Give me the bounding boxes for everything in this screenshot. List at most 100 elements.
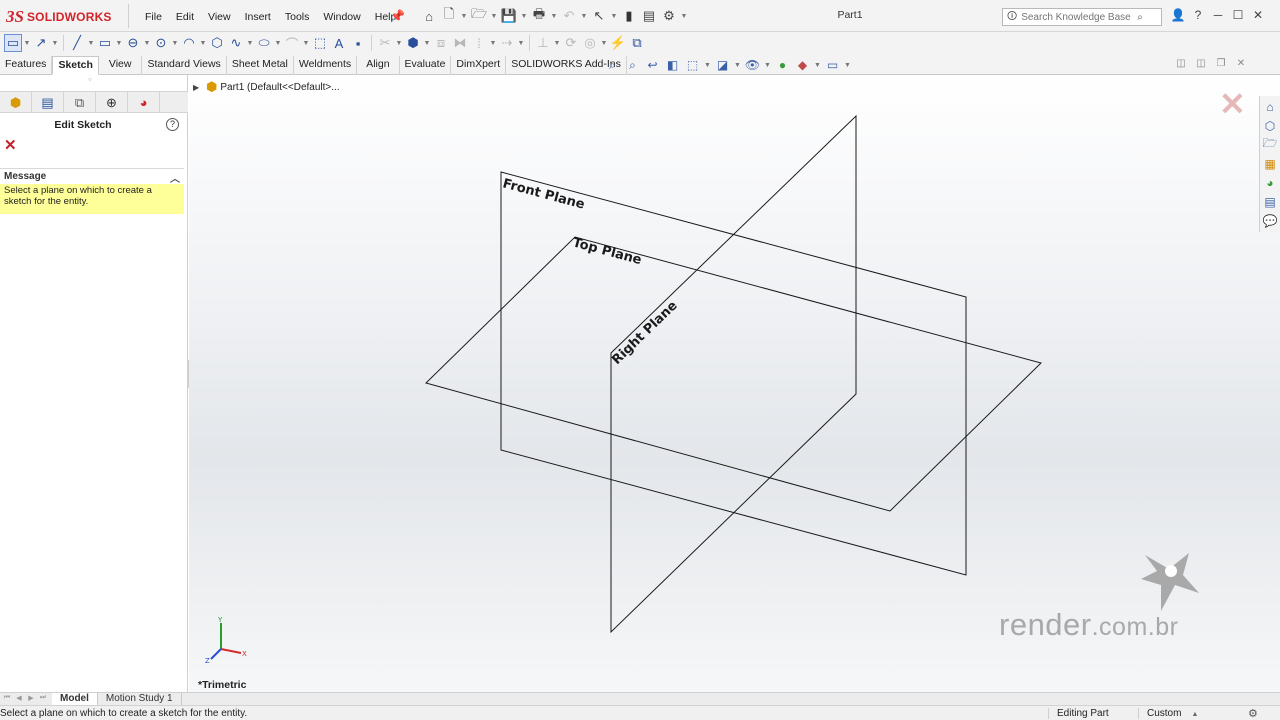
select-dropdown-icon[interactable]: ▼ <box>610 7 618 25</box>
fillet-dropdown-icon[interactable]: ▼ <box>302 34 310 52</box>
message-group-header[interactable]: Message ︿ <box>0 168 184 185</box>
first-tab-icon[interactable]: ⏮ <box>2 694 12 702</box>
text-icon[interactable]: A <box>330 34 348 52</box>
solidworks-resources-icon[interactable]: ⌂ <box>1262 98 1279 115</box>
hide-show-items-icon[interactable]: 👁 <box>744 57 761 73</box>
pin-menu-icon[interactable]: 📌 <box>390 9 405 23</box>
tab-motion-study-1[interactable]: Motion Study 1 <box>98 693 182 705</box>
maximize-icon[interactable]: ☐ <box>1230 8 1246 22</box>
unit-system-selector[interactable]: Custom ▲ <box>1138 708 1208 719</box>
view-palette-icon[interactable]: ▦ <box>1262 155 1279 172</box>
arc-icon[interactable]: ◠ <box>180 34 198 52</box>
offset-entities-icon[interactable]: ⧈ <box>432 34 450 52</box>
new-document-icon[interactable]: 🗋 <box>440 6 458 25</box>
section-view-icon[interactable]: ◧ <box>664 57 681 73</box>
front-plane-label[interactable]: Front Plane <box>501 176 586 212</box>
spline-icon[interactable]: ∿ <box>227 34 245 52</box>
close-document-icon[interactable]: ✕ <box>1234 58 1248 69</box>
panel-grip-icon[interactable]: ○ <box>88 77 92 83</box>
rebuild-icon[interactable]: ▮ <box>620 7 638 25</box>
tab-features[interactable]: Features <box>0 56 53 75</box>
snaps-dropdown-icon[interactable]: ▼ <box>600 34 608 52</box>
move-entities-icon[interactable]: ⇢ <box>498 34 516 52</box>
home-icon[interactable]: ⌂ <box>420 7 438 25</box>
next-tab-icon[interactable]: ▶ <box>26 694 36 702</box>
smart-dimension-icon[interactable]: ↗ <box>32 34 50 52</box>
top-plane-outline[interactable] <box>425 236 1042 512</box>
appearances-scenes-icon[interactable]: ◕ <box>1262 174 1279 191</box>
slot-dropdown-icon[interactable]: ▼ <box>143 34 151 52</box>
restore-document-icon[interactable]: ❐ <box>1214 58 1228 69</box>
minimize-icon[interactable]: ─ <box>1210 8 1226 22</box>
ellipse-icon[interactable]: ⬭ <box>255 34 273 52</box>
tab-evaluate[interactable]: Evaluate <box>400 56 452 75</box>
propertymanager-icon[interactable]: ▤ <box>32 92 64 113</box>
rectangle-dropdown-icon[interactable]: ▼ <box>115 34 123 52</box>
previous-view-icon[interactable]: ↩ <box>644 57 661 73</box>
menu-edit[interactable]: Edit <box>169 9 201 25</box>
tile-left-icon[interactable]: ◫ <box>1174 58 1188 69</box>
close-x-icon[interactable]: ✕ <box>1219 88 1246 120</box>
units-dropdown-icon[interactable]: ▲ <box>1191 711 1198 718</box>
options-gear-icon[interactable]: ⚙ <box>660 7 678 25</box>
sketch-dropdown-icon[interactable]: ▼ <box>23 34 31 52</box>
chevron-up-icon[interactable]: ︿ <box>170 170 180 185</box>
save-dropdown-icon[interactable]: ▼ <box>520 7 528 25</box>
new-dropdown-icon[interactable]: ▼ <box>460 7 468 25</box>
display-relations-icon[interactable]: ⊥ <box>534 34 552 52</box>
rectangle-icon[interactable]: ▭ <box>96 34 114 52</box>
customize-status-icon[interactable]: ⚙ <box>1248 707 1258 720</box>
point-icon[interactable]: ⬚ <box>311 34 329 52</box>
open-dropdown-icon[interactable]: ▼ <box>490 7 498 25</box>
right-plane-outline[interactable] <box>610 114 857 634</box>
ellipse-dropdown-icon[interactable]: ▼ <box>274 34 282 52</box>
instant-2d-icon[interactable]: ⧉ <box>628 34 646 52</box>
linear-pattern-icon[interactable]: ⁞ <box>470 34 488 52</box>
polygon-icon[interactable]: ⬡ <box>208 34 226 52</box>
help-icon[interactable]: ? <box>1190 8 1206 22</box>
search-icon[interactable]: ⌕ <box>1137 12 1143 23</box>
zoom-to-area-icon[interactable]: ⌕ <box>624 57 641 73</box>
tab-sheet-metal[interactable]: Sheet Metal <box>227 56 294 75</box>
slot-icon[interactable]: ⊖ <box>124 34 142 52</box>
undo-icon[interactable]: ↶ <box>560 7 578 25</box>
orientation-dropdown-icon[interactable]: ▼ <box>704 57 711 73</box>
move-dropdown-icon[interactable]: ▼ <box>517 34 525 52</box>
fillet-icon[interactable]: ⌒ <box>283 34 301 52</box>
sketch-icon[interactable]: ▭ <box>4 34 22 52</box>
apply-scene-icon[interactable]: ◆ <box>794 57 811 73</box>
tile-right-icon[interactable]: ◫ <box>1194 58 1208 69</box>
front-plane-outline[interactable] <box>500 171 967 576</box>
displaymanager-icon[interactable]: ◕ <box>128 92 160 113</box>
convert-entities-icon[interactable]: ⬢ <box>404 34 422 52</box>
configurationmanager-icon[interactable]: ⧉ <box>64 92 96 113</box>
tab-weldments[interactable]: Weldments <box>294 56 358 75</box>
featuremanager-tree-icon[interactable]: ⬢ <box>0 92 32 113</box>
repair-sketch-icon[interactable]: ⟳ <box>562 34 580 52</box>
scene-dropdown-icon[interactable]: ▼ <box>814 57 821 73</box>
search-knowledge-base[interactable]: 🛈 ⌕ <box>1002 8 1162 26</box>
menu-view[interactable]: View <box>201 9 238 25</box>
custom-properties-icon[interactable]: ▤ <box>1262 193 1279 210</box>
trim-icon[interactable]: ✂ <box>376 34 394 52</box>
relations-dropdown-icon[interactable]: ▼ <box>553 34 561 52</box>
hide-show-dropdown-icon[interactable]: ▼ <box>764 57 771 73</box>
user-icon[interactable]: 👤 <box>1170 8 1186 22</box>
undo-dropdown-icon[interactable]: ▼ <box>580 7 588 25</box>
view-settings-icon[interactable]: ▭ <box>824 57 841 73</box>
graphics-area[interactable]: ▶ ⬢ Part1 (Default<<Default>... Front Pl… <box>189 75 1280 692</box>
search-input[interactable] <box>1021 11 1134 23</box>
solidworks-forum-icon[interactable]: 💬 <box>1262 212 1279 229</box>
options-dropdown-icon[interactable]: ▼ <box>680 7 688 25</box>
file-properties-icon[interactable]: ▤ <box>640 7 658 25</box>
arc-dropdown-icon[interactable]: ▼ <box>199 34 207 52</box>
tab-view[interactable]: View <box>99 56 143 75</box>
trim-dropdown-icon[interactable]: ▼ <box>395 34 403 52</box>
file-explorer-icon[interactable]: 🗁 <box>1262 136 1279 153</box>
close-window-icon[interactable]: ✕ <box>1250 8 1266 22</box>
prev-tab-icon[interactable]: ◀ <box>14 694 24 702</box>
circle-icon[interactable]: ⊙ <box>152 34 170 52</box>
tab-standard-views[interactable]: Standard Views <box>142 56 227 75</box>
menu-file[interactable]: File <box>138 9 169 25</box>
right-plane-label[interactable]: Right Plane <box>609 298 680 368</box>
